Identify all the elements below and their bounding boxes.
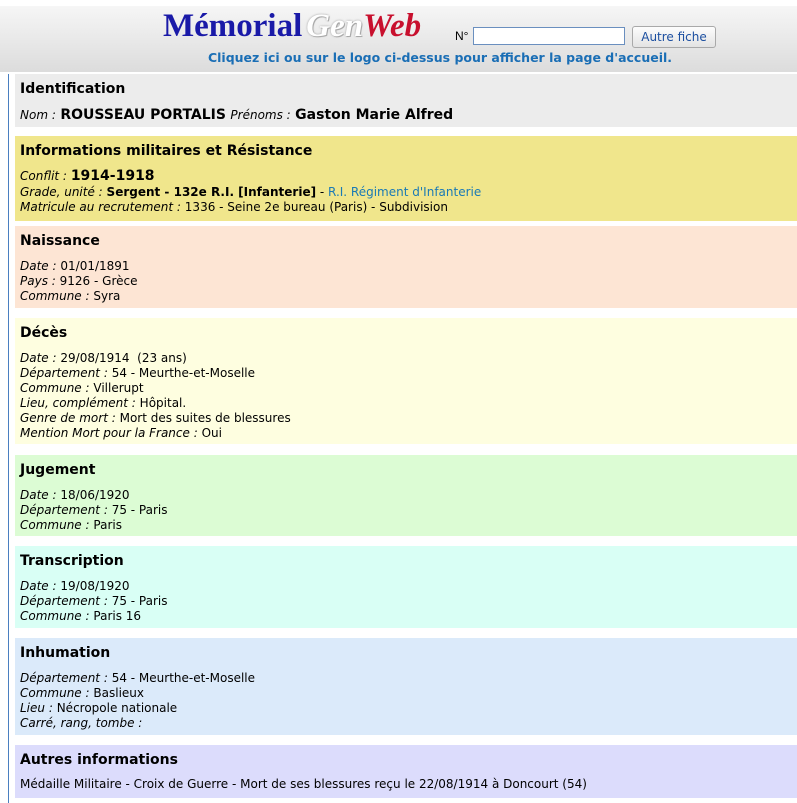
date-label: Date : bbox=[20, 259, 57, 273]
commune-label: Commune : bbox=[20, 381, 90, 395]
grade-label: Grade, unité : bbox=[20, 185, 103, 199]
section-autres-informations: Autres informations Médaille Militaire -… bbox=[15, 745, 797, 798]
lieu-value: Hôpital. bbox=[139, 396, 187, 410]
mention-value: Oui bbox=[201, 426, 222, 440]
date-label: Date : bbox=[20, 488, 57, 502]
departement-label: Département : bbox=[20, 503, 108, 517]
section-title: Inhumation bbox=[20, 645, 111, 661]
date-label: Date : bbox=[20, 351, 57, 365]
date-value: 29/08/1914 (23 ans) bbox=[60, 351, 187, 365]
section-jugement: Jugement Date : 18/06/1920 Département :… bbox=[15, 455, 797, 536]
naissance-date-row: Date : 01/01/1891 bbox=[20, 259, 791, 274]
transcription-commune-row: Commune : Paris 16 bbox=[20, 609, 791, 624]
fiche-number-label: N° bbox=[455, 29, 469, 43]
nom-value: ROUSSEAU PORTALIS bbox=[60, 107, 226, 123]
autre-fiche-button[interactable]: Autre fiche bbox=[632, 26, 716, 48]
logo-text-gen: Gen bbox=[306, 8, 364, 44]
grade-separator: - bbox=[316, 185, 329, 199]
commune-value: Baslieux bbox=[93, 686, 144, 700]
conflit-label: Conflit : bbox=[20, 169, 67, 183]
naissance-pays-row: Pays : 9126 - Grèce bbox=[20, 274, 791, 289]
logo-text-memorial: Mémorial bbox=[163, 8, 303, 44]
departement-value: 54 - Meurthe-et-Moselle bbox=[111, 671, 256, 685]
site-logo[interactable]: Mémorial GenWeb bbox=[163, 8, 421, 44]
date-value: 01/01/1891 bbox=[60, 259, 130, 273]
deces-lieu-row: Lieu, complément : Hôpital. bbox=[20, 396, 791, 411]
section-title: Informations militaires et Résistance bbox=[20, 143, 313, 159]
section-military: Informations militaires et Résistance Co… bbox=[15, 136, 797, 221]
identity-row: Nom : ROUSSEAU PORTALIS Prénoms : Gaston… bbox=[20, 106, 791, 124]
mention-label: Mention Mort pour la France : bbox=[20, 426, 198, 440]
naissance-commune-row: Commune : Syra bbox=[20, 289, 791, 304]
prenoms-value: Gaston Marie Alfred bbox=[295, 107, 454, 123]
section-title: Transcription bbox=[20, 553, 124, 569]
departement-label: Département : bbox=[20, 671, 108, 685]
lieu-label: Lieu, complément : bbox=[20, 396, 136, 410]
grade-value: Sergent - 132e R.I. [Infanterie] bbox=[106, 185, 317, 199]
section-title: Naissance bbox=[20, 233, 100, 249]
matricule-label: Matricule au recrutement : bbox=[20, 200, 181, 214]
inhumation-carre-row: Carré, rang, tombe : bbox=[20, 716, 791, 731]
deces-genre-row: Genre de mort : Mort des suites de bless… bbox=[20, 411, 791, 426]
regiment-link[interactable]: R.I. Régiment d'Infanterie bbox=[328, 185, 481, 199]
conflit-row: Conflit : 1914-1918 bbox=[20, 168, 791, 185]
deces-mention-row: Mention Mort pour la France : Oui bbox=[20, 426, 791, 441]
pays-value: 9126 - Grèce bbox=[59, 274, 138, 288]
deces-date-row: Date : 29/08/1914 (23 ans) bbox=[20, 351, 791, 366]
section-naissance: Naissance Date : 01/01/1891 Pays : 9126 … bbox=[15, 226, 797, 308]
section-identification: Identification Nom : ROUSSEAU PORTALIS P… bbox=[15, 74, 797, 127]
grade-row: Grade, unité : Sergent - 132e R.I. [Infa… bbox=[20, 185, 791, 200]
transcription-dept-row: Département : 75 - Paris bbox=[20, 594, 791, 609]
date-label: Date : bbox=[20, 579, 57, 593]
logo-text-web: Web bbox=[363, 8, 422, 44]
commune-value: Paris 16 bbox=[93, 609, 142, 623]
commune-value: Villerupt bbox=[93, 381, 144, 395]
commune-value: Syra bbox=[93, 289, 121, 303]
jugement-commune-row: Commune : Paris bbox=[20, 518, 791, 533]
pays-label: Pays : bbox=[20, 274, 56, 288]
matricule-value: 1336 - Seine 2e bureau (Paris) - Subdivi… bbox=[184, 200, 448, 214]
carre-label: Carré, rang, tombe : bbox=[20, 716, 143, 730]
commune-label: Commune : bbox=[20, 609, 90, 623]
inhumation-commune-row: Commune : Baslieux bbox=[20, 686, 791, 701]
genre-value: Mort des suites de blessures bbox=[119, 411, 291, 425]
nom-label: Nom : bbox=[20, 108, 56, 122]
conflit-value: 1914-1918 bbox=[70, 168, 155, 184]
genre-label: Genre de mort : bbox=[20, 411, 116, 425]
section-title: Autres informations bbox=[20, 752, 178, 768]
commune-label: Commune : bbox=[20, 289, 90, 303]
section-deces: Décès Date : 29/08/1914 (23 ans) Départe… bbox=[15, 318, 797, 444]
section-title: Décès bbox=[20, 325, 68, 341]
lieu-value: Nécropole nationale bbox=[56, 701, 178, 715]
lieu-label: Lieu : bbox=[20, 701, 53, 715]
deces-commune-row: Commune : Villerupt bbox=[20, 381, 791, 396]
commune-label: Commune : bbox=[20, 686, 90, 700]
autres-informations-text: Médaille Militaire - Croix de Guerre - M… bbox=[20, 777, 587, 791]
deces-dept-row: Département : 54 - Meurthe-et-Moselle bbox=[20, 366, 791, 381]
commune-value: Paris bbox=[93, 518, 122, 532]
fiche-number-input[interactable] bbox=[473, 27, 625, 45]
site-header: Mémorial GenWeb N° Autre fiche Cliquez ic… bbox=[0, 0, 797, 72]
home-page-link[interactable]: Cliquez ici ou sur le logo ci-dessus pou… bbox=[0, 50, 797, 65]
departement-label: Département : bbox=[20, 366, 108, 380]
departement-value: 54 - Meurthe-et-Moselle bbox=[111, 366, 256, 380]
date-value: 18/06/1920 bbox=[60, 488, 130, 502]
departement-value: 75 - Paris bbox=[111, 594, 168, 608]
section-title: Identification bbox=[20, 81, 126, 97]
matricule-row: Matricule au recrutement : 1336 - Seine … bbox=[20, 200, 791, 215]
commune-label: Commune : bbox=[20, 518, 90, 532]
inhumation-lieu-row: Lieu : Nécropole nationale bbox=[20, 701, 791, 716]
section-inhumation: Inhumation Département : 54 - Meurthe-et… bbox=[15, 638, 797, 735]
departement-label: Département : bbox=[20, 594, 108, 608]
left-border-line bbox=[8, 74, 9, 803]
departement-value: 75 - Paris bbox=[111, 503, 168, 517]
jugement-date-row: Date : 18/06/1920 bbox=[20, 488, 791, 503]
jugement-dept-row: Département : 75 - Paris bbox=[20, 503, 791, 518]
inhumation-dept-row: Département : 54 - Meurthe-et-Moselle bbox=[20, 671, 791, 686]
transcription-date-row: Date : 19/08/1920 bbox=[20, 579, 791, 594]
date-value: 19/08/1920 bbox=[60, 579, 130, 593]
prenoms-label: Prénoms : bbox=[230, 108, 291, 122]
section-transcription: Transcription Date : 19/08/1920 Départem… bbox=[15, 546, 797, 628]
section-title: Jugement bbox=[20, 462, 96, 478]
